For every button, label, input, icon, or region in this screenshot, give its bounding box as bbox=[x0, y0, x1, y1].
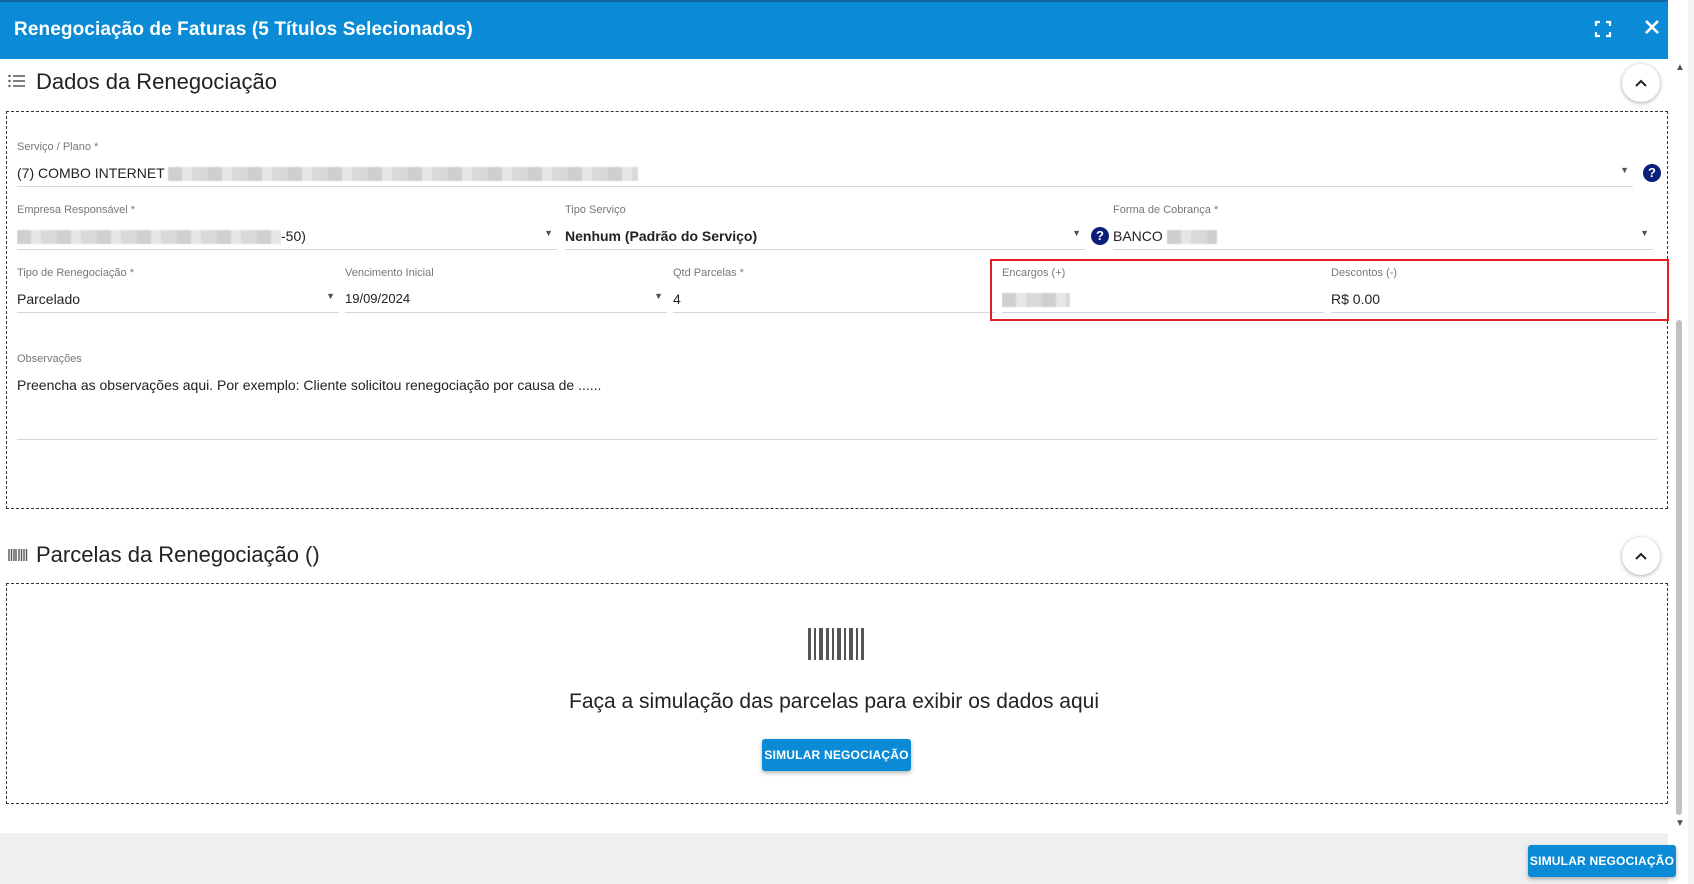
empresa-label: Empresa Responsável * bbox=[17, 204, 136, 216]
collapse-dados-button[interactable] bbox=[1622, 64, 1660, 102]
fullscreen-icon[interactable] bbox=[1594, 20, 1612, 38]
vencimento-value: 19/09/2024 bbox=[345, 291, 411, 306]
redacted-text bbox=[1166, 230, 1217, 245]
help-icon[interactable]: ? bbox=[1643, 164, 1661, 182]
redacted-text bbox=[168, 167, 639, 182]
section-title-dados: Dados da Renegociação bbox=[36, 69, 277, 94]
chevron-down-icon[interactable]: ▼ bbox=[1640, 228, 1649, 238]
simular-negociacao-button[interactable]: SIMULAR NEGOCIAÇÃO bbox=[762, 739, 911, 771]
tipo-renegociacao-label: Tipo de Renegociação * bbox=[17, 267, 135, 279]
servico-plano-label: Serviço / Plano * bbox=[17, 141, 99, 153]
forma-cobranca-value: BANCO bbox=[1113, 228, 1163, 244]
barcode-icon bbox=[8, 548, 28, 566]
field-underline bbox=[673, 312, 995, 313]
servico-plano-value: (7) COMBO INTERNET bbox=[17, 165, 165, 181]
chevron-down-icon[interactable]: ▼ bbox=[326, 291, 335, 301]
collapse-parcelas-button[interactable] bbox=[1622, 537, 1660, 575]
scroll-down-icon[interactable]: ▼ bbox=[1675, 818, 1685, 829]
chevron-down-icon[interactable]: ▼ bbox=[544, 228, 553, 238]
field-underline bbox=[345, 312, 667, 313]
barcode-icon bbox=[808, 628, 864, 660]
tipo-servico-value: Nenhum (Padrão do Serviço) bbox=[565, 228, 758, 244]
scrollbar-thumb[interactable] bbox=[1676, 320, 1682, 815]
empresa-responsavel-field[interactable]: Empresa Responsável * -50) ▼ bbox=[17, 204, 557, 250]
tipo-renegociacao-value: Parcelado bbox=[17, 291, 81, 307]
observacoes-label: Observações bbox=[17, 353, 82, 365]
dialog-footer bbox=[0, 833, 1668, 884]
field-underline bbox=[1113, 249, 1653, 250]
field-underline bbox=[17, 249, 557, 250]
scroll-up-icon[interactable]: ▲ bbox=[1675, 62, 1685, 73]
field-underline bbox=[17, 312, 339, 313]
observacoes-placeholder: Preencha as observações aqui. Por exempl… bbox=[17, 377, 602, 393]
redacted-text bbox=[17, 230, 281, 245]
field-underline bbox=[17, 439, 1657, 440]
forma-cobranca-field[interactable]: Forma de Cobrança * BANCO ▼ bbox=[1113, 204, 1653, 250]
field-underline bbox=[565, 249, 1085, 250]
help-icon[interactable]: ? bbox=[1091, 227, 1109, 245]
close-icon[interactable] bbox=[1642, 16, 1662, 44]
vencimento-inicial-field[interactable]: Vencimento Inicial 19/09/2024 ▼ bbox=[345, 267, 667, 313]
scrollbar[interactable]: ▲ ▼ bbox=[1668, 0, 1694, 884]
footer-simular-negociacao-button[interactable]: SIMULAR NEGOCIAÇÃO bbox=[1528, 845, 1676, 877]
empty-state-message: Faça a simulação das parcelas para exibi… bbox=[569, 690, 1099, 713]
chevron-down-icon[interactable]: ▼ bbox=[1620, 165, 1629, 175]
list-icon bbox=[8, 74, 26, 93]
window-edge bbox=[1688, 0, 1694, 884]
qtd-parcelas-field[interactable]: Qtd Parcelas * 4 bbox=[673, 267, 995, 313]
chevron-down-icon[interactable]: ▼ bbox=[654, 291, 663, 301]
vencimento-label: Vencimento Inicial bbox=[345, 267, 434, 279]
tipo-servico-field[interactable]: Tipo Serviço Nenhum (Padrão do Serviço) … bbox=[565, 204, 1085, 250]
dialog-title: Renegociação de Faturas (5 Títulos Selec… bbox=[14, 19, 473, 40]
qtd-parcelas-label: Qtd Parcelas * bbox=[673, 267, 744, 279]
empresa-value-suffix: -50) bbox=[281, 228, 306, 244]
observacoes-field[interactable]: Observações Preencha as observações aqui… bbox=[17, 353, 1657, 440]
tipo-renegociacao-field[interactable]: Tipo de Renegociação * Parcelado ▼ bbox=[17, 267, 339, 313]
tipo-servico-label: Tipo Serviço bbox=[565, 204, 626, 216]
highlight-box bbox=[990, 259, 1669, 321]
section-title-parcelas: Parcelas da Renegociação () bbox=[36, 542, 320, 567]
dialog-header: Renegociação de Faturas (5 Títulos Selec… bbox=[0, 0, 1668, 59]
qtd-parcelas-value: 4 bbox=[673, 291, 681, 307]
chevron-down-icon[interactable]: ▼ bbox=[1072, 228, 1081, 238]
forma-cobranca-label: Forma de Cobrança * bbox=[1113, 204, 1219, 216]
field-underline bbox=[17, 186, 1633, 187]
servico-plano-field[interactable]: Serviço / Plano * (7) COMBO INTERNET ▼ bbox=[17, 141, 1633, 187]
